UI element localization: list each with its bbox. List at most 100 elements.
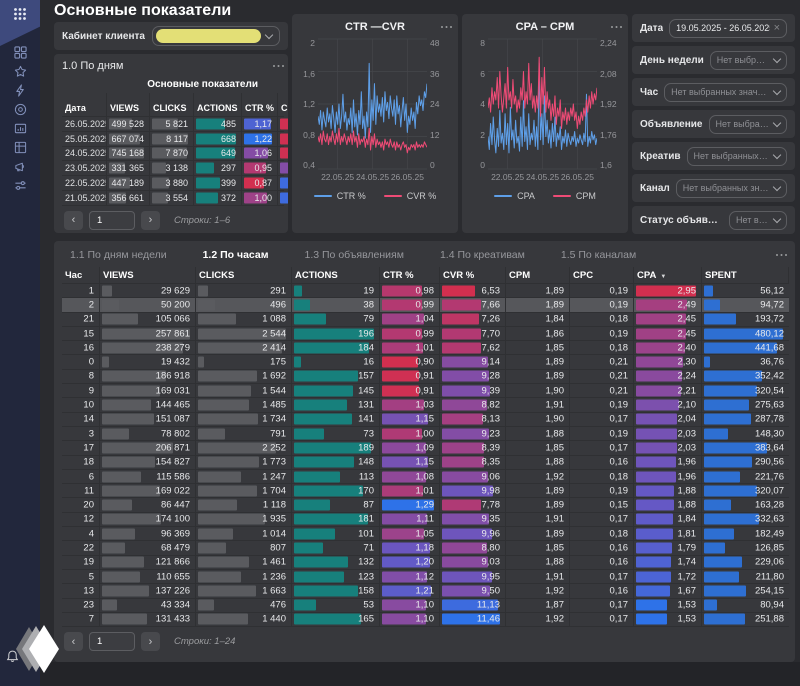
table-row[interactable]: 14151 0871 7341411,158,131,900,172,04287… <box>62 413 789 427</box>
next-page-button[interactable]: › <box>141 211 160 230</box>
table-row[interactable]: 21.05.2025356 6613 5543721,00 <box>62 191 284 206</box>
cell-value: 126,85 <box>755 542 784 553</box>
table-row[interactable]: 25.05.2025667 0748 1176681,22 <box>62 132 284 147</box>
table-row[interactable]: 019 432175160,909,141,890,212,3036,76 <box>62 355 789 369</box>
table-row[interactable]: 6115 5861 2471131,089,061,920,181,96221,… <box>62 470 789 484</box>
column-header-views[interactable]: VIEWS <box>100 267 196 283</box>
cell-value: 1,03 <box>416 400 435 411</box>
table-row[interactable]: 24.05.2025745 1687 8706491,06 <box>62 147 284 162</box>
clear-filter-icon[interactable]: × <box>774 23 780 34</box>
client-select-control[interactable] <box>152 26 280 46</box>
sidebar-table-grid-icon[interactable] <box>14 141 27 154</box>
tab-1.1[interactable]: 1.1 По дням недели <box>70 249 167 261</box>
table-row[interactable]: 2268 479807711,188,801,850,161,79126,85 <box>62 541 789 555</box>
tab-1.2[interactable]: 1.2 По часам <box>203 249 269 261</box>
column-header[interactable]: C % <box>278 93 288 116</box>
table-row[interactable]: 13137 2261 6631581,219,501,920,161,67254… <box>62 584 789 598</box>
table-cell: 1,15 <box>380 413 440 426</box>
column-header-cvr[interactable]: CVR % <box>440 267 506 283</box>
tab-1.4[interactable]: 1.4 По креативам <box>440 249 525 261</box>
column-header[interactable]: CLICKS <box>150 93 194 116</box>
table-row[interactable]: 2343 334476531,1011,131,870,171,5380,94 <box>62 599 789 613</box>
table-row[interactable]: 15257 8612 5441960,997,701,860,192,45480… <box>62 327 789 341</box>
cell-value: 1,20 <box>416 557 435 568</box>
sidebar-megaphone-icon[interactable] <box>14 160 27 173</box>
bento-menu-icon[interactable] <box>0 0 40 46</box>
table-row[interactable]: 11169 0221 7041701,019,981,890,191,88320… <box>62 484 789 498</box>
table-row[interactable]: 22.05.2025447 1893 8803990,87 <box>62 176 284 191</box>
more-menu-icon[interactable] <box>771 250 787 260</box>
column-header[interactable]: CTR % <box>242 93 278 116</box>
table-cell: 73 <box>292 427 380 440</box>
table-row[interactable]: 5110 6551 2361231,129,951,910,171,72211,… <box>62 570 789 584</box>
cell-value: 332,63 <box>755 514 784 525</box>
legend-item[interactable]: CPA <box>494 191 535 201</box>
page-number-input[interactable]: 1 <box>89 632 135 651</box>
column-header[interactable]: VIEWS <box>107 93 150 116</box>
column-header-ctr[interactable]: CTR % <box>380 267 440 283</box>
table-cell: 0,19 <box>570 398 634 411</box>
column-header[interactable]: ACTIONS <box>194 93 242 116</box>
table-row[interactable]: 2086 4471 118871,297,781,890,151,88163,2… <box>62 498 789 512</box>
legend-item[interactable]: CVR % <box>384 191 437 201</box>
sidebar-star-icon[interactable] <box>14 65 27 78</box>
filter-control[interactable]: Нет выбранных значений <box>687 147 787 166</box>
filter-control[interactable]: Нет выбранных значений <box>729 211 787 230</box>
column-header-actions[interactable]: ACTIONS <box>292 267 380 283</box>
table-row[interactable]: 8186 9181 6921570,919,281,890,212,24352,… <box>62 370 789 384</box>
table-row[interactable]: 23.05.2025331 3653 1382970,95 <box>62 161 284 176</box>
filter-control[interactable]: 19.05.2025 - 26.05.2025× <box>669 19 787 38</box>
table-row[interactable]: 16238 2792 4141841,017,621,850,182,40441… <box>62 341 789 355</box>
table-row[interactable]: 19121 8661 4611321,209,031,880,161,74229… <box>62 556 789 570</box>
filter-control[interactable]: Нет выбранных значений <box>709 115 788 134</box>
prev-page-button[interactable]: ‹ <box>64 211 83 230</box>
table-row[interactable]: 496 3691 0141011,059,961,890,181,81182,4… <box>62 527 789 541</box>
table-row[interactable]: 250 200496380,997,661,890,192,4994,72 <box>62 298 789 312</box>
tab-1.3[interactable]: 1.3 По объявлениям <box>305 249 404 261</box>
table-row[interactable]: 378 802791731,009,231,880,192,03148,30 <box>62 427 789 441</box>
column-header-clicks[interactable]: CLICKS <box>196 267 292 283</box>
tab-1.5[interactable]: 1.5 По каналам <box>561 249 636 261</box>
column-header-cpa[interactable]: CPA▼ <box>634 267 702 283</box>
filter-control[interactable]: Нет выбранных значений <box>664 83 787 102</box>
table-row[interactable]: 12174 1001 9351811,119,351,910,171,84332… <box>62 513 789 527</box>
table-cell: 6,53 <box>440 284 506 297</box>
sidebar-chart-flag-icon[interactable] <box>14 122 27 135</box>
table-cell: 0,91 <box>380 384 440 397</box>
table-cell: 399 <box>194 176 242 190</box>
table-row[interactable]: 10144 4651 4851311,038,821,910,192,10275… <box>62 398 789 412</box>
column-header-час[interactable]: Час <box>62 267 100 283</box>
sidebar-flash-icon[interactable] <box>14 84 27 97</box>
legend-item[interactable]: CPM <box>553 191 596 201</box>
legend-item[interactable]: CTR % <box>314 191 366 201</box>
filter-control[interactable]: Нет выбранных значений <box>710 51 787 70</box>
column-header-cpm[interactable]: CPM <box>506 267 570 283</box>
prev-page-button[interactable]: ‹ <box>64 632 83 651</box>
table-row[interactable]: 9169 0311 5441450,919,391,900,212,21320,… <box>62 384 789 398</box>
cell-value: 157 <box>358 371 374 382</box>
sidebar-disc-icon[interactable] <box>14 103 27 116</box>
table-row[interactable]: 129 629291190,986,531,890,192,9556,12 <box>62 284 789 298</box>
column-header[interactable]: Дата <box>62 93 107 116</box>
table-row[interactable]: 18154 8271 7731481,158,351,880,161,96290… <box>62 456 789 470</box>
table-row[interactable]: 26.05.2025499 5285 8214851,17 <box>62 117 284 132</box>
column-header-cpc[interactable]: CPC <box>570 267 634 283</box>
more-menu-icon[interactable] <box>606 22 622 32</box>
table-row[interactable]: 17206 8712 2521891,098,391,850,172,03383… <box>62 441 789 455</box>
more-menu-icon[interactable] <box>268 61 284 71</box>
filter-control[interactable]: Нет выбранных значений <box>676 179 787 198</box>
sidebar-widgets-icon[interactable] <box>14 46 27 59</box>
sidebar-sliders-icon[interactable] <box>14 179 27 192</box>
table-cell: 1 014 <box>196 527 292 540</box>
chevron-down-icon <box>773 214 781 222</box>
table-cell: 20 <box>62 498 100 511</box>
more-menu-icon[interactable] <box>436 22 452 32</box>
cell-value: 206 871 <box>156 442 190 453</box>
page-number-input[interactable]: 1 <box>89 211 135 230</box>
cell-value: 1,15 <box>416 414 435 425</box>
table-row[interactable]: 7131 4331 4401651,1011,461,920,171,53251… <box>62 613 789 627</box>
cell-value: 1,06 <box>254 148 272 158</box>
table-row[interactable]: 21105 0661 088791,047,261,840,182,45193,… <box>62 313 789 327</box>
next-page-button[interactable]: › <box>141 632 160 651</box>
column-header-spent[interactable]: SPENT <box>702 267 789 283</box>
